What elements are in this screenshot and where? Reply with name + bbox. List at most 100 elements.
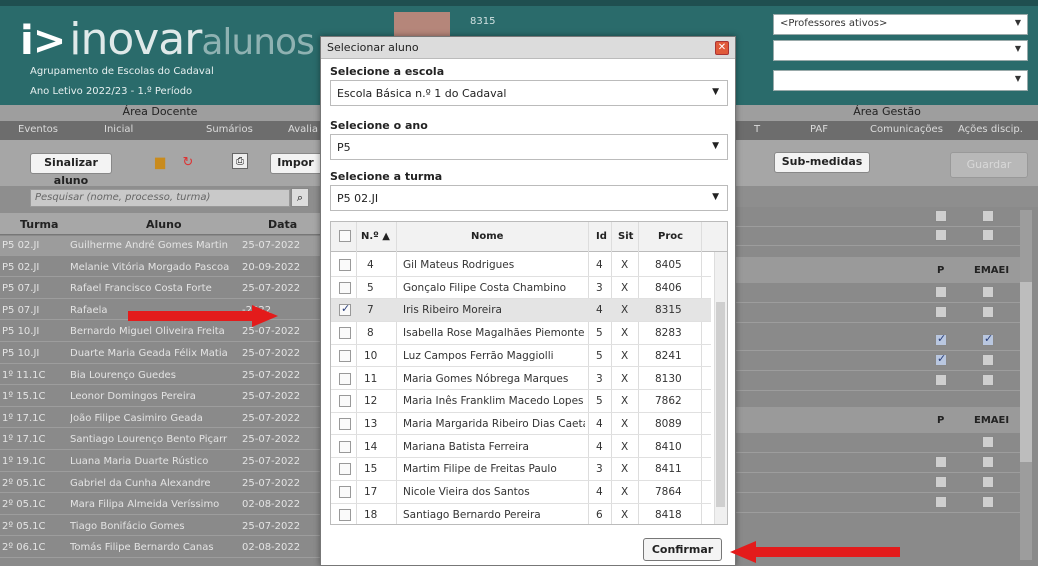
row-checkbox[interactable]: [339, 463, 351, 476]
checkbox-p[interactable]: [935, 374, 947, 386]
list-item[interactable]: 15 Martim Filipe de Freitas Paulo 3 X 8411: [331, 458, 711, 481]
nav-comunicacoes[interactable]: Comunicações: [870, 124, 943, 135]
sinalizar-aluno-button[interactable]: Sinalizar aluno: [30, 153, 112, 187]
col-numero[interactable]: N.º ▲: [361, 231, 390, 242]
row-checkbox[interactable]: [339, 440, 351, 453]
col-aluno[interactable]: Aluno: [146, 218, 182, 231]
folder-icon[interactable]: ▆: [152, 155, 168, 171]
save-button[interactable]: Guardar: [950, 152, 1028, 178]
nav-t[interactable]: T: [754, 124, 760, 135]
checkbox-p[interactable]: [935, 476, 947, 488]
row-checkbox[interactable]: [339, 508, 351, 521]
measures-row: [736, 371, 1020, 391]
row-checkbox[interactable]: [339, 281, 351, 294]
checkbox-p[interactable]: [935, 210, 947, 222]
checkbox-p[interactable]: [935, 286, 947, 298]
year-select[interactable]: P5 ▼: [330, 134, 728, 160]
table-row[interactable]: P5 07.JI Rafael Francisco Costa Forte 25-0…: [0, 279, 320, 299]
table-row[interactable]: 2º 05.1C Gabriel da Cunha Alexandre 25-07-…: [0, 474, 320, 494]
list-item[interactable]: 11 Maria Gomes Nóbrega Marques 3 X 8130: [331, 368, 711, 390]
checkbox-emaei[interactable]: [982, 476, 994, 488]
checkbox-p[interactable]: [935, 496, 947, 508]
checkbox-emaei[interactable]: [982, 306, 994, 318]
search-icon[interactable]: ⌕: [291, 188, 309, 207]
measures-scrollbar-thumb[interactable]: [1020, 282, 1032, 462]
dialog-titlebar: Selecionar aluno: [321, 37, 735, 59]
table-row[interactable]: 1º 19.1C Luana Maria Duarte Rústico 25-07-…: [0, 452, 320, 472]
row-checkbox[interactable]: [339, 302, 351, 317]
row-checkbox[interactable]: [339, 327, 351, 340]
refresh-icon[interactable]: ↻: [180, 155, 196, 171]
list-item[interactable]: 17 Nicole Vieira dos Santos 4 X 7864: [331, 481, 711, 504]
close-icon[interactable]: ✕: [715, 41, 729, 55]
list-item[interactable]: 10 Luz Campos Ferrão Maggiolli 5 X 8241: [331, 345, 711, 368]
checkbox-emaei[interactable]: [982, 332, 994, 346]
nav-sumarios[interactable]: Sumários: [206, 124, 253, 135]
checkbox-emaei[interactable]: [982, 436, 994, 448]
nav-avaliacao[interactable]: Avalia: [288, 124, 318, 135]
row-id: 4: [596, 259, 603, 271]
list-item[interactable]: 13 Maria Margarida Ribeiro Dias Caetan 4 X 8…: [331, 413, 711, 436]
list-item[interactable]: 8 Isabella Rose Magalhães Piemonte 5 X 8283: [331, 322, 711, 345]
table-row[interactable]: 2º 06.1C Tomás Filipe Bernardo Canas 02-08…: [0, 538, 320, 558]
nav-inicial[interactable]: Inicial: [104, 124, 133, 135]
table-row[interactable]: 2º 05.1C Tiago Bonifácio Gomes 25-07-2022: [0, 517, 320, 537]
col-proc[interactable]: Proc: [658, 231, 683, 242]
col-data[interactable]: Data: [268, 218, 297, 231]
year-select-value: P5: [337, 141, 351, 154]
checkbox-p[interactable]: [935, 456, 947, 468]
col-nome[interactable]: Nome: [471, 231, 503, 242]
row-checkbox[interactable]: [339, 372, 351, 385]
table-row[interactable]: P5 02.JI Melanie Vitória Morgado Pascoa 20…: [0, 258, 320, 278]
sub-medidas-button[interactable]: Sub-medidas: [774, 152, 870, 173]
import-button[interactable]: Impor: [270, 153, 320, 174]
nav-paf[interactable]: PAF: [810, 124, 828, 135]
list-item[interactable]: 4 Gil Mateus Rodrigues 4 X 8405: [331, 254, 711, 277]
row-checkbox[interactable]: [339, 486, 351, 498]
class-select[interactable]: P5 02.JI ▼: [330, 185, 728, 211]
school-select[interactable]: Escola Básica n.º 1 do Cadaval ▼: [330, 80, 728, 106]
print-icon[interactable]: ⎙: [232, 153, 248, 169]
col-turma[interactable]: Turma: [20, 218, 58, 231]
row-data: 02-08-2022: [242, 542, 301, 554]
table-row[interactable]: 1º 11.1C Bia Lourenço Guedes 25-07-2022: [0, 366, 320, 386]
checkbox-emaei[interactable]: [982, 210, 994, 222]
list-item[interactable]: 18 Santiago Bernardo Pereira 6 X 8418: [331, 504, 711, 524]
search-input[interactable]: Pesquisar (nome, processo, turma): [30, 189, 290, 207]
checkbox-p[interactable]: [935, 229, 947, 241]
row-checkbox[interactable]: [339, 395, 351, 408]
checkbox-emaei[interactable]: [982, 354, 994, 366]
col-id[interactable]: Id: [596, 231, 607, 242]
checkbox-p[interactable]: [935, 306, 947, 318]
nav-acoes-disciplinares[interactable]: Ações discip.: [958, 124, 1023, 135]
list-item[interactable]: 7 Iris Ribeiro Moreira 4 X 8315: [331, 299, 711, 322]
row-checkbox[interactable]: [339, 417, 351, 430]
row-proc: 8411: [655, 463, 682, 476]
checkbox-emaei[interactable]: [982, 374, 994, 386]
teachers-select[interactable]: <Professores ativos> ▼: [773, 14, 1028, 35]
header-select-3[interactable]: ▼: [773, 70, 1028, 91]
row-checkbox[interactable]: [339, 349, 351, 362]
table-row[interactable]: P5 02.JI Guilherme André Gomes Martin 25-0…: [0, 236, 320, 256]
checkbox-p[interactable]: [935, 352, 947, 366]
list-item[interactable]: 14 Mariana Batista Ferreira 4 X 8410: [331, 436, 711, 459]
list-item[interactable]: 12 Maria Inês Franklim Macedo Lopes 5 X 7862: [331, 390, 711, 413]
table-row[interactable]: 1º 17.1C João Filipe Casimiro Geada 25-07-…: [0, 409, 320, 429]
nav-eventos[interactable]: Eventos: [18, 124, 58, 135]
checkbox-emaei[interactable]: [982, 496, 994, 508]
checkbox-emaei[interactable]: [982, 229, 994, 241]
table-row[interactable]: 1º 17.1C Santiago Lourenço Bento Piçarr 25…: [0, 430, 320, 450]
checkbox-p[interactable]: [935, 332, 947, 346]
table-row[interactable]: 1º 15.1C Leonor Domingos Pereira 25-07-202…: [0, 387, 320, 407]
checkbox-emaei[interactable]: [982, 286, 994, 298]
col-sit[interactable]: Sit: [618, 231, 633, 242]
row-checkbox[interactable]: [339, 259, 351, 271]
select-all-checkbox[interactable]: [339, 230, 351, 242]
selection-scrollbar-thumb[interactable]: [716, 302, 725, 507]
checkbox-emaei[interactable]: [982, 456, 994, 468]
header-select-2[interactable]: ▼: [773, 40, 1028, 61]
confirm-button[interactable]: Confirmar: [643, 538, 722, 561]
table-row[interactable]: P5 10.JI Duarte Maria Geada Félix Matia 25…: [0, 344, 320, 364]
list-item[interactable]: 5 Gonçalo Filipe Costa Chambino 3 X 8406: [331, 277, 711, 300]
table-row[interactable]: 2º 05.1C Mara Filipa Almeida Veríssimo 02-…: [0, 495, 320, 515]
